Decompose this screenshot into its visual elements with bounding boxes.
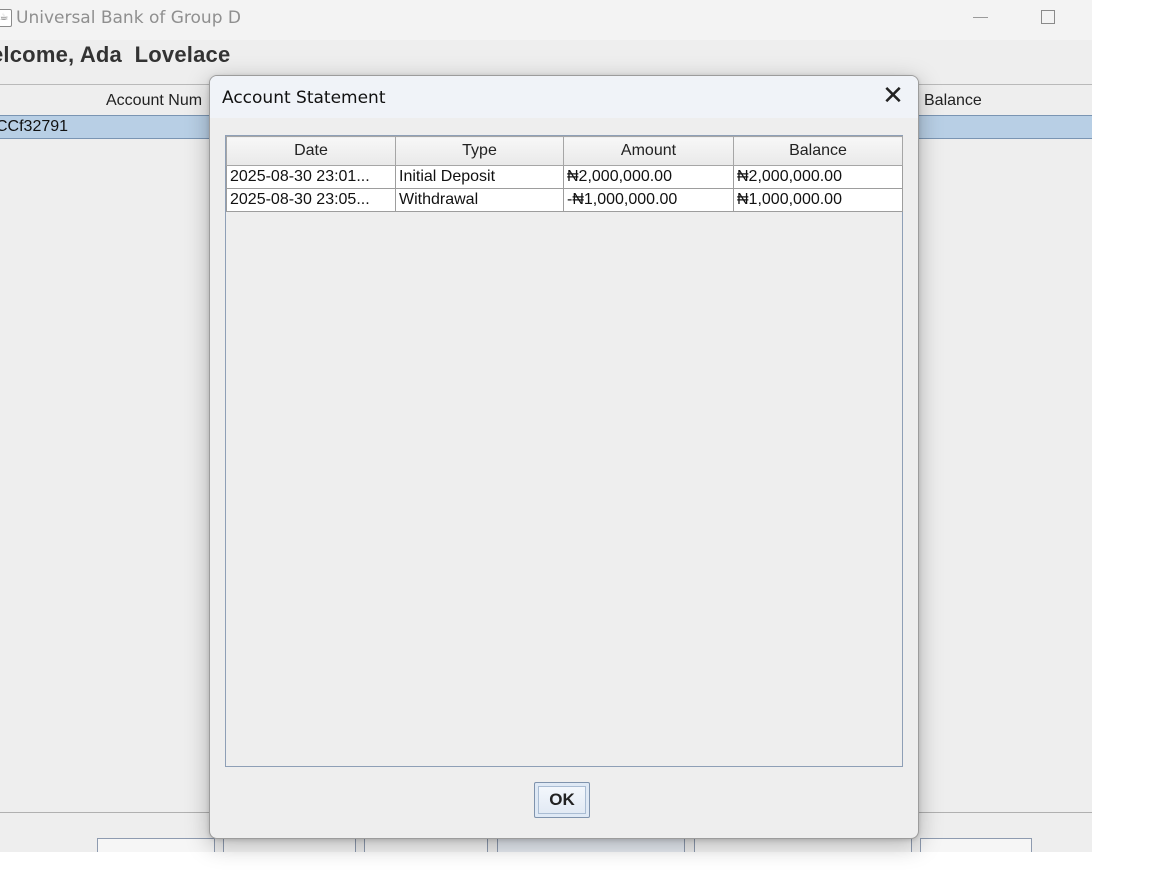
column-header-date[interactable]: Date	[226, 136, 396, 166]
ok-button-label: OK	[538, 786, 586, 814]
account-statement-dialog: Account Statement ✕ Date Type Amount Bal…	[209, 75, 919, 839]
statement-scroll-pane[interactable]: Date Type Amount Balance 2025-08-30 23:0…	[225, 135, 903, 767]
ok-button[interactable]: OK	[534, 782, 590, 818]
table-row[interactable]: 2025-08-30 23:05... Withdrawal -₦1,000,0…	[226, 188, 903, 212]
type-cell: Initial Deposit	[395, 165, 564, 189]
statement-table: Date Type Amount Balance 2025-08-30 23:0…	[226, 136, 903, 212]
action-button-2[interactable]	[223, 838, 356, 852]
column-header-amount[interactable]: Amount	[563, 136, 734, 166]
maximize-icon[interactable]	[1034, 6, 1062, 30]
amount-cell: ₦2,000,000.00	[563, 165, 734, 189]
type-cell: Withdrawal	[395, 188, 564, 212]
action-button-4[interactable]	[497, 838, 685, 852]
balance-cell: ₦2,000,000.00	[733, 165, 903, 189]
action-button-3[interactable]	[364, 838, 488, 852]
column-header-type[interactable]: Type	[395, 136, 564, 166]
balance-cell: ₦1,000,000.00	[733, 188, 903, 212]
window-titlebar[interactable]: ☕ Universal Bank of Group D	[0, 0, 1092, 40]
welcome-heading: elcome, Ada Lovelace	[0, 42, 231, 67]
close-icon[interactable]: ✕	[878, 83, 908, 110]
date-cell: 2025-08-30 23:01...	[226, 165, 396, 189]
amount-cell: -₦1,000,000.00	[563, 188, 734, 212]
dialog-title: Account Statement	[222, 88, 386, 108]
action-button-6[interactable]	[920, 838, 1032, 852]
minimize-icon[interactable]	[966, 6, 994, 30]
column-header-account-number[interactable]: Account Num	[106, 92, 202, 110]
action-button-1[interactable]	[97, 838, 215, 852]
action-button-5[interactable]	[694, 838, 912, 852]
column-header-balance[interactable]: Balance	[924, 92, 982, 110]
statement-header-row: Date Type Amount Balance	[226, 136, 903, 166]
window-title: Universal Bank of Group D	[16, 8, 241, 28]
dialog-titlebar[interactable]: Account Statement ✕	[210, 76, 918, 118]
account-number-cell: CCf32791	[0, 118, 69, 135]
java-cup-icon: ☕	[0, 9, 12, 27]
date-cell: 2025-08-30 23:05...	[226, 188, 396, 212]
table-row[interactable]: 2025-08-30 23:01... Initial Deposit ₦2,0…	[226, 165, 903, 189]
column-header-balance[interactable]: Balance	[733, 136, 903, 166]
